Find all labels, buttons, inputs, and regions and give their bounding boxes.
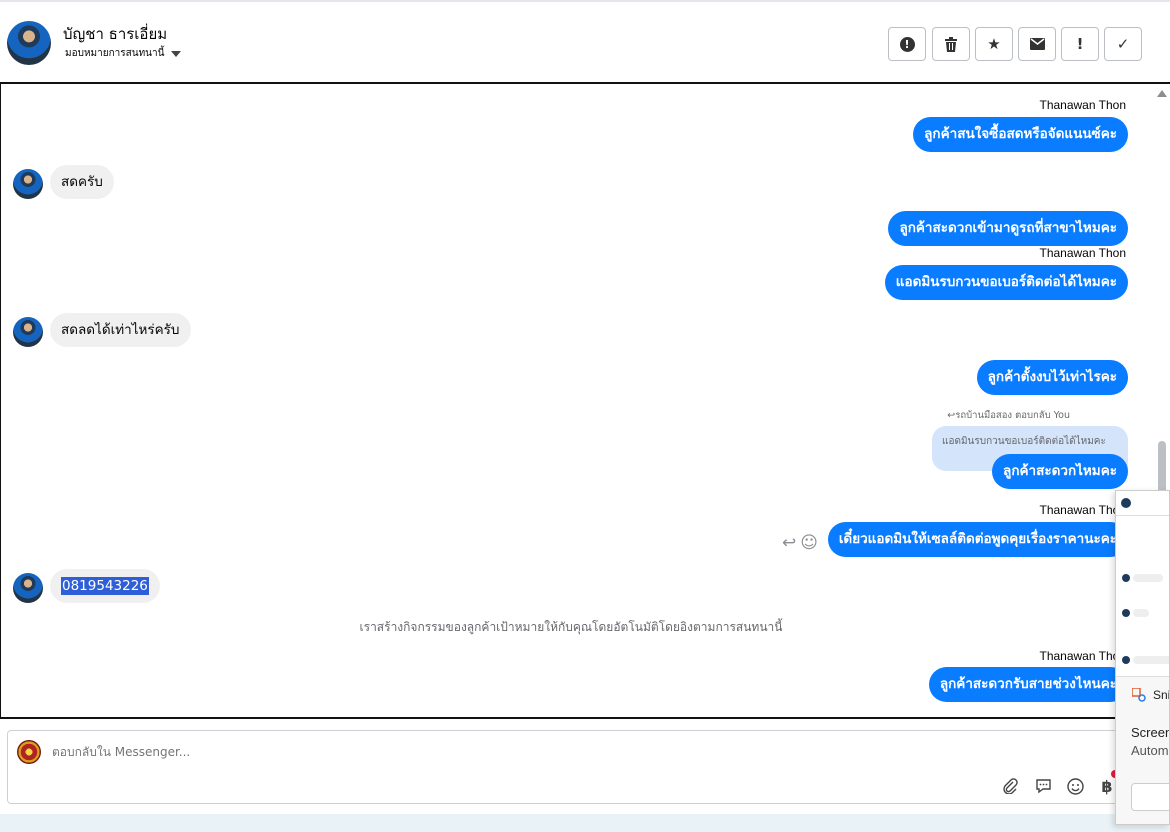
contact-avatar-small[interactable]	[13, 573, 43, 603]
incoming-message[interactable]: สดครับ	[50, 165, 114, 199]
message-actions: ↩ ☺	[782, 533, 818, 553]
snip-text-line1: Screen	[1131, 725, 1170, 740]
emoji-react-icon[interactable]: ☺	[800, 533, 818, 553]
page-bottom-strip	[0, 814, 1170, 832]
reply-icon[interactable]: ↩	[782, 533, 796, 553]
snipping-tool-icon	[1131, 687, 1146, 702]
preview-avatar	[1122, 656, 1130, 664]
outgoing-message[interactable]: ลูกค้าสะดวกรับสายช่วงไหนคะ	[928, 667, 1128, 702]
snip-preview-panel[interactable]: Sni Screen Autom	[1115, 490, 1170, 825]
envelope-icon	[1029, 38, 1045, 50]
preview-bubble	[1133, 656, 1169, 664]
preview-avatar	[1121, 498, 1131, 508]
message-sender: Thanawan Thon	[1039, 649, 1126, 663]
preview-bubble	[1133, 609, 1149, 617]
outgoing-message[interactable]: เดี๋ยวแอดมินให้เซลล์ติดต่อพูดคุยเรื่องรา…	[827, 522, 1128, 557]
incoming-message[interactable]: 0819543226	[50, 569, 160, 603]
message-sender: Thanawan Thon	[1039, 98, 1126, 112]
assign-conversation-dropdown[interactable]: มอบหมายการสนทนานี้	[65, 46, 182, 61]
caret-down-icon	[171, 50, 182, 57]
snip-title: Sni	[1153, 688, 1170, 702]
trash-icon	[945, 36, 957, 52]
preview-avatar	[1122, 574, 1130, 582]
message-thread[interactable]: Thanawan Thon ลูกค้าสนใจซื้อสดหรือจัดแนน…	[0, 82, 1170, 719]
reply-hint: ↩รถบ้านมือสอง ตอบกลับ You	[947, 408, 1070, 423]
star-button[interactable]: ★	[975, 27, 1013, 61]
reply-composer: ฿	[7, 730, 1131, 804]
reply-hint-text: รถบ้านมือสอง ตอบกลับ You	[955, 410, 1070, 421]
emoji-icon[interactable]	[1063, 774, 1087, 798]
delete-button[interactable]	[932, 27, 970, 61]
contact-avatar[interactable]	[7, 21, 51, 65]
alert-circle-icon: !	[899, 36, 915, 52]
assign-label: มอบหมายการสนทนานี้	[65, 48, 165, 59]
preview-avatar	[1122, 609, 1130, 617]
reply-input[interactable]	[52, 745, 952, 759]
star-icon: ★	[987, 35, 1001, 53]
contact-avatar-small[interactable]	[13, 317, 43, 347]
system-note: เราสร้างกิจกรรมของลูกค้าเป้าหมายให้กับคุ…	[359, 620, 783, 634]
preview-bubble	[1133, 574, 1163, 582]
outgoing-message[interactable]: ลูกค้าสนใจซื้อสดหรือจัดแนนซ์คะ	[913, 117, 1128, 152]
follow-up-button[interactable]: !	[1061, 27, 1099, 61]
mark-unread-button[interactable]	[1018, 27, 1056, 61]
exclamation-icon: !	[1076, 35, 1084, 53]
scroll-up-arrow-icon[interactable]	[1157, 90, 1167, 97]
outgoing-message[interactable]: ลูกค้าตั้งงบไว้เท่าไรคะ	[976, 360, 1128, 395]
outgoing-message[interactable]: ลูกค้าสะดวกไหมคะ	[992, 454, 1128, 489]
mark-done-button[interactable]: ✓	[1104, 27, 1142, 61]
message-sender: Thanawan Thon	[1039, 246, 1126, 260]
highlighted-phone-number[interactable]: 0819543226	[61, 577, 149, 595]
contact-name[interactable]: บัญชา ธารเอี่ยม	[63, 22, 167, 46]
snip-text-line2: Autom	[1131, 743, 1169, 758]
page-avatar	[17, 740, 41, 764]
conversation-header: บัญชา ธารเอี่ยม มอบหมายการสนทนานี้ ! ★ !…	[0, 0, 1170, 83]
check-icon: ✓	[1116, 35, 1130, 53]
snip-action-button[interactable]	[1131, 783, 1169, 811]
outgoing-message[interactable]: ลูกค้าสะดวกเข้ามาดูรถที่สาขาไหมคะ	[888, 211, 1128, 246]
preview-header	[1116, 491, 1169, 516]
paperclip-icon[interactable]	[998, 774, 1022, 798]
incoming-message[interactable]: สดลดได้เท่าไหร่ครับ	[50, 313, 191, 347]
contact-avatar-small[interactable]	[13, 169, 43, 199]
outgoing-message[interactable]: แอดมินรบกวนขอเบอร์ติดต่อได้ไหมคะ	[884, 265, 1128, 300]
mark-spam-button[interactable]: !	[888, 27, 926, 61]
quick-reply-icon[interactable]	[1031, 774, 1055, 798]
message-sender: Thanawan Thon	[1039, 503, 1126, 517]
